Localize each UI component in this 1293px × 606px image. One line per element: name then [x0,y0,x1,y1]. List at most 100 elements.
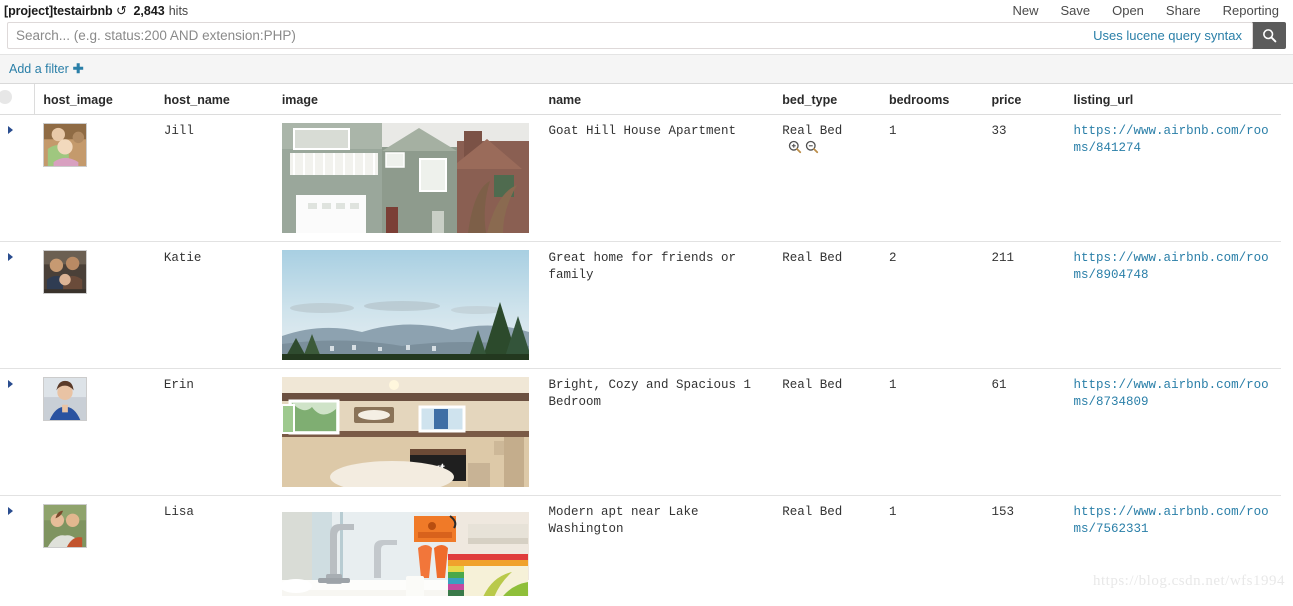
listing-url-link[interactable]: https://www.airbnb.com/rooms/8904748 [1074,251,1269,282]
refresh-icon[interactable]: ↻ [116,3,127,18]
cell-bed-type: Real Bed [774,368,881,496]
column-header-listing-url[interactable]: listing_url [1065,84,1281,115]
cell-listing-url: https://www.airbnb.com/rooms/8734809 [1065,368,1281,496]
filter-bar: Add a filter ✚ [0,54,1293,84]
cell-name: Great home for friends or family [540,241,775,369]
nav-new[interactable]: New [1012,0,1038,22]
cell-bedrooms: 1 [880,368,984,496]
listing-photo: next [281,377,529,487]
expand-row-caret-icon[interactable] [8,380,13,388]
host-avatar [42,250,87,294]
cell-host-image [34,368,156,496]
cell-listing-url: https://www.airbnb.com/rooms/8904748 [1065,241,1281,369]
column-header-host-image[interactable]: host_image [34,84,156,115]
cell-bedrooms: 1 [880,495,984,596]
table-row: Lisa Modern apt near Lake Washington Rea… [0,495,1281,596]
cell-listing-image [273,114,541,242]
cell-listing-url: https://www.airbnb.com/rooms/7562331 [1065,495,1281,596]
cell-listing-image [273,241,541,369]
circle-icon [0,90,12,104]
search-input[interactable] [8,23,1090,48]
search-icon [1262,29,1276,43]
cell-bedrooms: 2 [880,241,984,369]
cell-host-image [34,495,156,596]
cell-name: Modern apt near Lake Washington [540,495,775,596]
cell-name: Bright, Cozy and Spacious 1 Bedroom [540,368,775,496]
column-header-name[interactable]: name [540,84,775,115]
column-header-image[interactable]: image [273,84,541,115]
cell-host-image [34,114,156,242]
add-filter-button[interactable]: Add a filter ✚ [9,61,84,77]
documents-table: host_image host_name image name bed_type… [0,84,1281,596]
top-bar: [project]testairbnb ↻ 2,843 hits New Sav… [0,0,1293,22]
top-bar-left: [project]testairbnb ↻ 2,843 hits [4,3,1012,18]
expand-column-header [0,84,36,115]
listing-photo-bathroom-art [281,504,529,596]
expand-row-cell [0,495,35,596]
expand-row-caret-icon[interactable] [8,126,13,134]
listing-url-link[interactable]: https://www.airbnb.com/rooms/7562331 [1074,505,1269,536]
cell-host-image [34,241,156,369]
expand-row-cell [0,368,35,496]
expand-row-cell [0,114,35,242]
cell-listing-image [273,495,541,596]
top-nav: New Save Open Share Reporting [1012,0,1285,22]
host-avatar [42,504,87,548]
cell-host-name: Erin [155,368,274,496]
search-row: Uses lucene query syntax [0,22,1293,54]
cell-price: 33 [983,114,1066,242]
host-photo-erin-art [43,378,86,420]
host-photo-lisa-art [43,505,86,547]
host-photo-katie-art [43,251,86,293]
column-header-host-name[interactable]: host_name [155,84,274,115]
plus-icon: ✚ [72,61,84,76]
cell-bed-type: Real Bed [774,241,881,369]
table-body: Jill Goat Hill House Apartment Real Bed … [0,114,1281,596]
listing-photo-bedroom-art: next [281,377,529,487]
table-row: Jill Goat Hill House Apartment Real Bed … [0,114,1281,242]
listing-photo [281,123,529,233]
expand-row-caret-icon[interactable] [8,253,13,261]
project-title: [project]testairbnb [4,4,113,18]
listing-url-link[interactable]: https://www.airbnb.com/rooms/841274 [1074,124,1269,155]
host-photo-jill-art [43,124,86,166]
listing-url-link[interactable]: https://www.airbnb.com/rooms/8734809 [1074,378,1269,409]
cell-price: 61 [983,368,1066,496]
results-table-region: host_image host_name image name bed_type… [0,84,1293,596]
listing-photo-mountain-view-art [281,250,529,360]
lucene-syntax-hint[interactable]: Uses lucene query syntax [1089,23,1252,48]
listing-photo-house-exterior-art [281,123,529,233]
search-button[interactable] [1252,22,1286,49]
host-avatar [42,377,87,421]
magnify-plus-icon[interactable] [788,140,802,154]
expand-row-caret-icon[interactable] [8,507,13,515]
host-avatar [42,123,87,167]
cell-host-name: Jill [155,114,274,242]
cell-listing-image: next [273,368,541,496]
table-header-row: host_image host_name image name bed_type… [0,84,1281,115]
table-row: Erin Bright, Cozy and Spacious 1 Bedroom… [0,368,1281,496]
nav-share[interactable]: Share [1166,0,1201,22]
nav-save[interactable]: Save [1060,0,1090,22]
filter-action-icons [788,140,819,154]
hit-count: 2,843 [133,4,165,18]
cell-bedrooms: 1 [880,114,984,242]
cell-name: Goat Hill House Apartment [540,114,775,242]
search-box: Uses lucene query syntax [7,22,1253,49]
expand-row-cell [0,241,35,369]
column-header-price[interactable]: price [983,84,1066,115]
nav-open[interactable]: Open [1112,0,1144,22]
magnify-minus-icon[interactable] [805,140,819,154]
table-header: host_image host_name image name bed_type… [0,84,1281,115]
cell-price: 153 [983,495,1066,596]
bed-type-value: Real Bed [782,124,843,138]
nav-reporting[interactable]: Reporting [1223,0,1279,22]
cell-host-name: Lisa [155,495,274,596]
kibana-discover-app: [project]testairbnb ↻ 2,843 hits New Sav… [0,0,1293,606]
cell-bed-type: Real Bed [774,495,881,596]
column-header-bedrooms[interactable]: bedrooms [880,84,984,115]
cell-listing-url: https://www.airbnb.com/rooms/841274 [1065,114,1281,242]
hit-label: hits [168,4,189,18]
cell-host-name: Katie [155,241,274,369]
column-header-bed-type[interactable]: bed_type [774,84,881,115]
